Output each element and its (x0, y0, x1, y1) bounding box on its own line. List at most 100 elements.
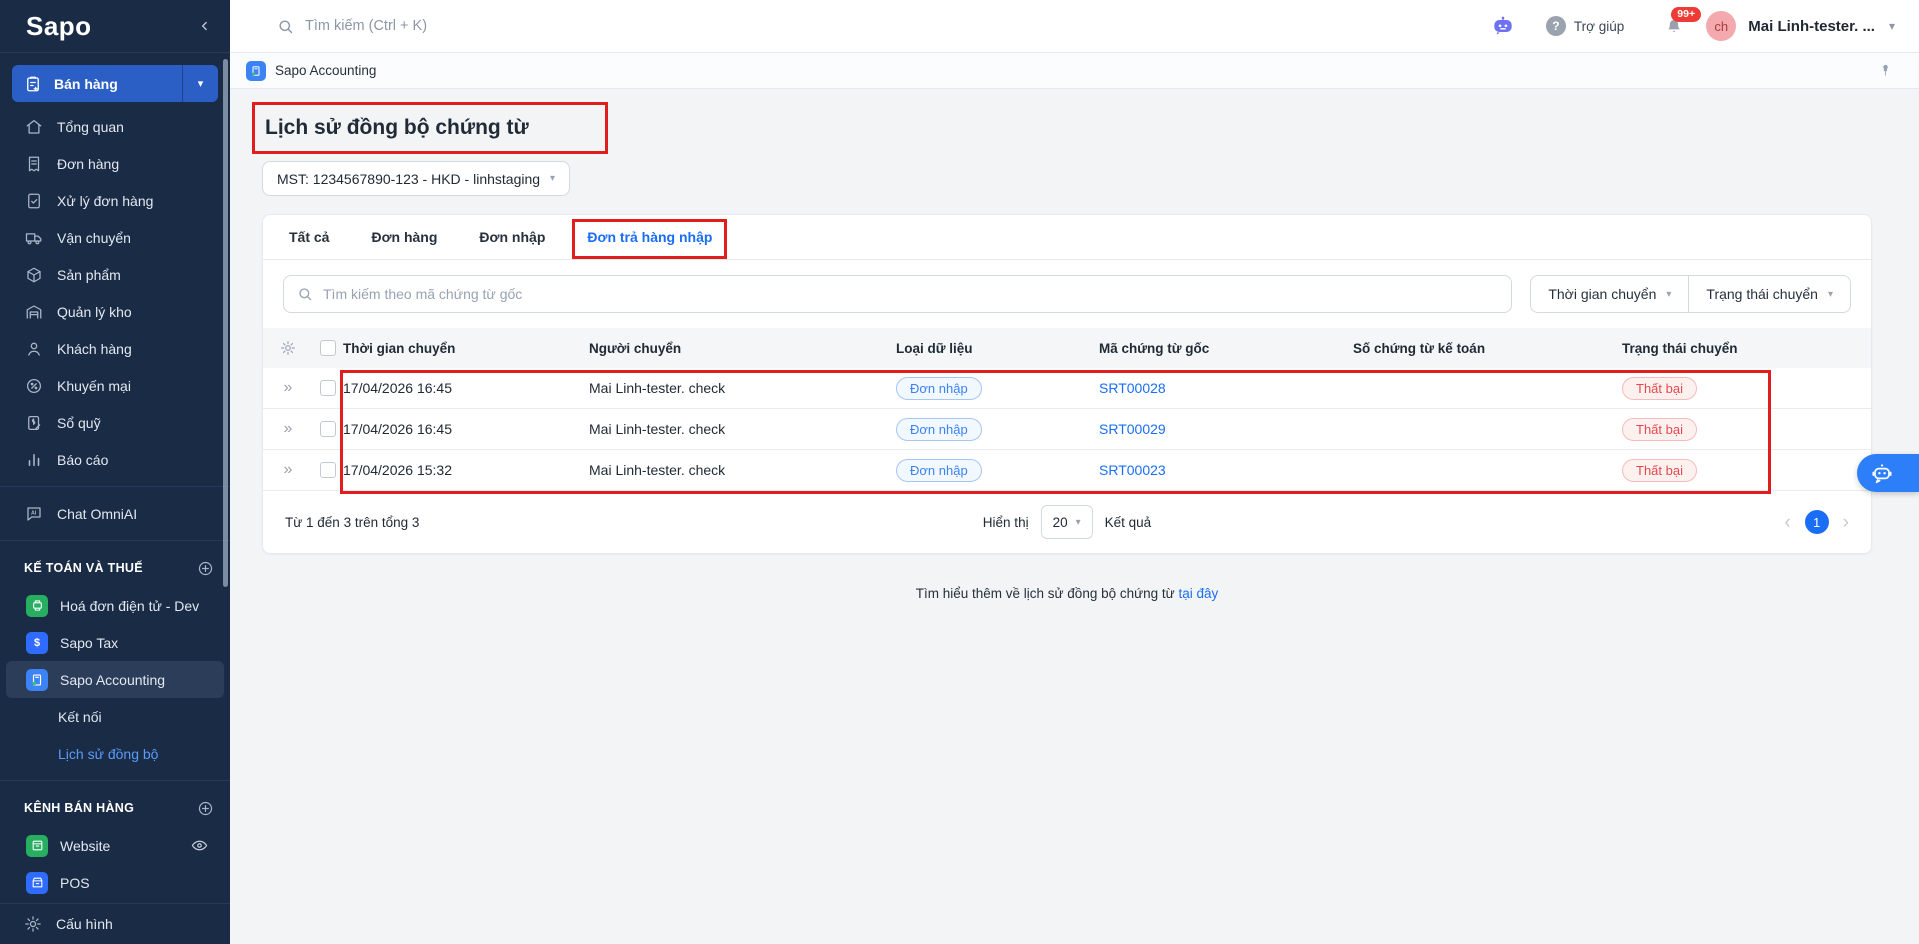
cell-time: 17/04/2026 16:45 (343, 380, 589, 396)
data-type-badge: Đơn nhập (896, 418, 982, 441)
column-header[interactable]: Thời gian chuyển (343, 341, 589, 356)
expand-row-icon[interactable]: » (263, 421, 313, 437)
sidebar-item-label: Khuyến mại (57, 378, 131, 394)
next-page-button[interactable]: › (1843, 513, 1849, 532)
page-size-value: 20 (1053, 515, 1068, 530)
page-size-dropdown[interactable]: 20 ▾ (1041, 505, 1093, 539)
sidebar-item-website[interactable]: Website (6, 827, 224, 864)
chevron-down-icon: ▾ (1666, 289, 1671, 300)
sales-dropdown-caret[interactable]: ▾ (182, 65, 218, 102)
data-type-badge: Đơn nhập (896, 377, 982, 400)
table-row[interactable]: » 17/04/2026 16:45 Mai Linh-tester. chec… (263, 368, 1871, 409)
tab-label: Đơn trả hàng nhập (587, 229, 712, 245)
previous-page-button[interactable]: ‹ (1784, 513, 1790, 532)
sidebar-item-label: Vận chuyển (57, 230, 131, 246)
column-header[interactable]: Trạng thái chuyển (1622, 341, 1871, 356)
sidebar-collapse-icon[interactable] (198, 19, 212, 33)
results-label: Kết quả (1105, 515, 1152, 530)
sidebar: Sapo Bán hàng ▾ Tổng quan (0, 0, 230, 944)
add-circle-icon[interactable] (197, 560, 214, 577)
sidebar-item-label: Kết nối (58, 709, 102, 725)
sidebar-item-xu-ly-don-hang[interactable]: Xử lý đơn hàng (0, 182, 230, 219)
sync-history-card: Tất cả Đơn hàng Đơn nhập Đơn trả hàng nh… (262, 214, 1872, 554)
select-all-checkbox[interactable] (320, 340, 336, 356)
sidebar-item-so-quy[interactable]: Sổ quỹ (0, 404, 230, 441)
search-icon (277, 18, 294, 35)
source-document-link[interactable]: SRT00029 (1099, 421, 1166, 437)
sidebar-item-label: Quản lý kho (57, 304, 132, 320)
row-checkbox[interactable] (320, 462, 336, 478)
section-kenh-ban-hang: KÊNH BÁN HÀNG (0, 789, 230, 827)
source-document-link[interactable]: SRT00028 (1099, 380, 1166, 396)
topbar: Tìm kiếm (Ctrl + K) ? Trợ giúp 99+ ch Ma… (230, 0, 1919, 53)
row-checkbox[interactable] (320, 380, 336, 396)
sidebar-item-pos[interactable]: POS (6, 864, 224, 901)
table-row[interactable]: » 17/04/2026 15:32 Mai Linh-tester. chec… (263, 450, 1871, 491)
sidebar-item-ban-hang[interactable]: Bán hàng ▾ (12, 65, 218, 102)
sidebar-item-quan-ly-kho[interactable]: Quản lý kho (0, 293, 230, 330)
time-filter-dropdown[interactable]: Thời gian chuyển ▾ (1530, 275, 1688, 313)
avatar[interactable]: ch (1706, 11, 1736, 41)
chevron-down-icon[interactable]: ▾ (1889, 19, 1895, 33)
tab-don-tra-hang-nhap[interactable]: Đơn trả hàng nhập (587, 215, 712, 259)
document-search-placeholder: Tìm kiếm theo mã chứng từ gốc (323, 286, 522, 302)
tab-don-hang[interactable]: Đơn hàng (371, 215, 437, 259)
tab-don-nhap[interactable]: Đơn nhập (479, 215, 545, 259)
sidebar-item-sapo-tax[interactable]: $ Sapo Tax (6, 624, 224, 661)
table-row[interactable]: » 17/04/2026 16:45 Mai Linh-tester. chec… (263, 409, 1871, 450)
source-document-link[interactable]: SRT00023 (1099, 462, 1166, 478)
learn-more-link[interactable]: tại đây (1178, 586, 1218, 601)
sidebar-item-cau-hinh[interactable]: Cấu hình (0, 903, 230, 944)
document-check-icon (24, 191, 43, 210)
sidebar-item-facebook[interactable]: f Facebook (6, 901, 224, 903)
sidebar-subitem-ket-noi[interactable]: Kết nối (0, 698, 230, 735)
expand-row-icon[interactable]: » (263, 462, 313, 478)
sidebar-item-sapo-accounting[interactable]: Sapo Accounting (6, 661, 224, 698)
column-header[interactable]: Người chuyển (589, 341, 896, 356)
support-chat-widget[interactable] (1857, 454, 1919, 492)
global-search-input[interactable]: Tìm kiếm (Ctrl + K) (277, 18, 1490, 35)
sidebar-item-san-pham[interactable]: Sản phẩm (0, 256, 230, 293)
sidebar-menu: Bán hàng ▾ Tổng quan Đơn hàng Xử lý đơn … (0, 53, 230, 903)
expand-row-icon[interactable]: » (263, 380, 313, 396)
sidebar-scrollbar[interactable] (223, 59, 228, 587)
user-name[interactable]: Mai Linh-tester. ... (1748, 18, 1875, 35)
eye-icon[interactable] (191, 837, 208, 854)
sidebar-item-hoa-don-dien-tu[interactable]: Hoá đơn điện tử - Dev (6, 587, 224, 624)
sidebar-item-don-hang[interactable]: Đơn hàng (0, 145, 230, 182)
current-page-button[interactable]: 1 (1805, 510, 1829, 534)
column-settings-icon[interactable] (263, 340, 313, 356)
company-selector-dropdown[interactable]: MST: 1234567890-123 - HKD - linhstaging … (262, 161, 570, 196)
document-search-input[interactable]: Tìm kiếm theo mã chứng từ gốc (283, 275, 1512, 313)
sidebar-item-chat-omniai[interactable]: AI Chat OmniAI (0, 495, 230, 532)
app-breadcrumb[interactable]: Sapo Accounting (246, 61, 376, 81)
search-icon (297, 286, 313, 302)
bar-chart-icon (24, 450, 43, 469)
status-filter-dropdown[interactable]: Trạng thái chuyển ▾ (1688, 275, 1851, 313)
add-circle-icon[interactable] (197, 800, 214, 817)
sidebar-item-label: Báo cáo (57, 452, 108, 468)
assistant-bot-icon[interactable] (1490, 13, 1516, 39)
sidebar-item-bao-cao[interactable]: Báo cáo (0, 441, 230, 478)
section-ke-toan-va-thue: KẾ TOÁN VÀ THUẾ (0, 549, 230, 587)
sidebar-subitem-lich-su-dong-bo[interactable]: Lịch sử đồng bộ (0, 735, 230, 772)
notifications-button[interactable]: 99+ (1664, 16, 1684, 36)
cell-time: 17/04/2026 16:45 (343, 421, 589, 437)
tab-tat-ca[interactable]: Tất cả (289, 215, 329, 259)
pin-icon[interactable] (1878, 63, 1893, 78)
app-name: Sapo Accounting (275, 63, 376, 78)
sidebar-item-van-chuyen[interactable]: Vận chuyển (0, 219, 230, 256)
sidebar-item-khuyen-mai[interactable]: Khuyến mại (0, 367, 230, 404)
sidebar-item-tong-quan[interactable]: Tổng quan (0, 108, 230, 145)
sidebar-item-khach-hang[interactable]: Khách hàng (0, 330, 230, 367)
column-header[interactable]: Mã chứng từ gốc (1099, 341, 1353, 356)
column-header[interactable]: Loại dữ liệu (896, 341, 1099, 356)
row-checkbox[interactable] (320, 421, 336, 437)
filter-label: Trạng thái chuyển (1706, 286, 1818, 302)
sidebar-item-label: Website (60, 838, 110, 854)
help-menu[interactable]: ? Trợ giúp (1546, 16, 1624, 36)
pos-app-icon (26, 872, 48, 894)
question-icon: ? (1546, 16, 1566, 36)
column-header[interactable]: Số chứng từ kế toán (1353, 341, 1622, 356)
sidebar-item-label: Chat OmniAI (57, 506, 137, 522)
